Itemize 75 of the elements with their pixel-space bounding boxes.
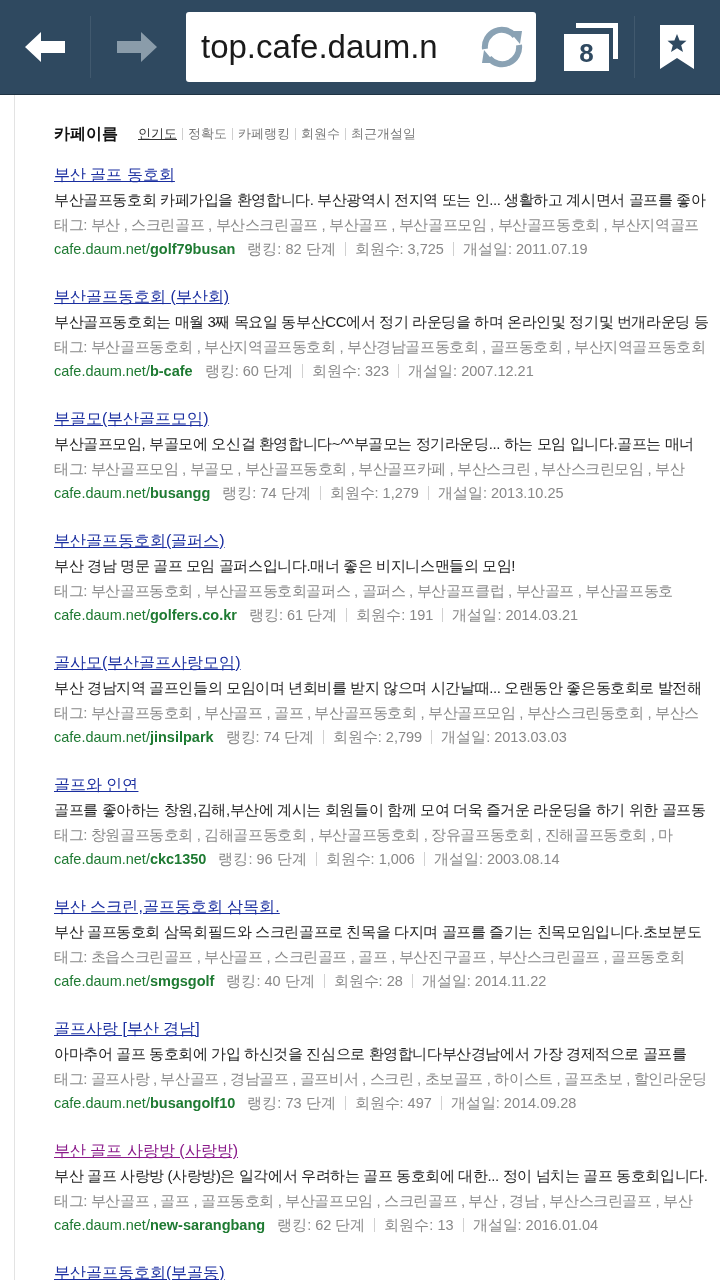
founded-date: 개설일: 2011.07.19 — [462, 240, 588, 259]
result-tags: 태그: 부산골프동호회 , 부산지역골프동호회 , 부산경남골프동호회 , 골프동호회 , 부산지역골프동호회 — [54, 334, 720, 359]
result-description: 골프를 좋아하는 창원,김해,부산에 계시는 회원들이 함께 모여 더욱 즐거운 라운딩을 하기 위한 골프동 — [54, 800, 707, 820]
ranking-text: 랭킹: 60 단계 — [204, 362, 293, 381]
result-url-link[interactable]: cafe.daum.net/b-cafe — [54, 359, 193, 383]
result-title-link[interactable]: 부산 골프 사랑방 (사랑방) — [54, 1138, 238, 1163]
sort-tab[interactable]: 인기도 — [138, 124, 177, 144]
member-count: 회원수: 3,725 — [354, 240, 444, 259]
member-count: 회원수: 1,279 — [329, 484, 419, 503]
result-url-link[interactable]: cafe.daum.net/busangg — [54, 481, 211, 505]
sort-tab[interactable]: 최근개설일 — [351, 124, 416, 144]
member-count: 회원수: 323 — [311, 362, 390, 381]
address-bar[interactable]: top.cafe.daum.n — [186, 12, 536, 82]
address-text: top.cafe.daum.n — [201, 27, 439, 68]
result-description: 부산골프동호회는 매월 3째 목요일 동부산CC에서 정기 라운딩을 하며 온라인및 정기및 번개라운딩 등 — [54, 312, 710, 332]
founded-date: 개설일: 2013.10.25 — [437, 484, 564, 503]
ranking-text: 랭킹: 62 단계 — [277, 1216, 366, 1235]
result-description: 부산골프동호회 카페가입을 환영합니다. 부산광역시 전지역 또는 인... 생활하고 계시면서 골프를 좋아 — [54, 190, 707, 210]
sort-tab[interactable]: 정확도 — [188, 124, 227, 144]
result-url-link[interactable]: cafe.daum.net/ckc1350 — [54, 847, 207, 871]
result-title-link[interactable]: 부골모(부산골프모임) — [54, 406, 209, 431]
result-url-link[interactable]: cafe.daum.net/smgsgolf — [54, 969, 215, 993]
founded-date: 개설일: 2016.01.04 — [472, 1216, 599, 1235]
sort-tab[interactable]: 카페랭킹 — [238, 124, 290, 144]
back-arrow-icon — [23, 30, 67, 64]
result-url-link[interactable]: cafe.daum.net/golf79busan — [54, 237, 236, 261]
result-tags: 태그: 부산골프동호회 , 부산골프 , 골프 , 부산골프동호회 , 부산골프모임 , 부산스크린동호회 , 부산스 — [54, 700, 720, 725]
section-heading: 카페이름 — [54, 124, 118, 144]
result-tags: 태그: 초읍스크린골프 , 부산골프 , 스크린골프 , 골프 , 부산진구골프 , 부산스크린골프 , 골프동호회 — [54, 944, 720, 969]
ranking-text: 랭킹: 61 단계 — [248, 606, 338, 625]
result-title-link[interactable]: 골사모(부산골프사랑모임) — [54, 650, 241, 675]
ranking-text: 랭킹: 73 단계 — [247, 1094, 336, 1113]
result-title-link[interactable]: 골프와 인연 — [54, 772, 139, 797]
founded-date: 개설일: 2003.08.14 — [433, 850, 560, 869]
result-description: 부산 경남 명문 골프 모임 골퍼스입니다.매너 좋은 비지니스맨들의 모임! — [54, 556, 517, 576]
result-url-link[interactable]: cafe.daum.net/new-sarangbang — [54, 1213, 266, 1237]
result-title-link[interactable]: 부산 골프 동호회 — [54, 162, 175, 187]
forward-arrow-icon — [115, 30, 159, 64]
result-description: 부산 경남지역 골프인들의 모임이며 년회비를 받지 않으며 시간날때... 오랜동안 좋은동호회로 발전해 — [54, 678, 703, 698]
result-description: 부산 골프동호회 삼목회필드와 스크린골프로 친목을 다지며 골프를 즐기는 친목모임입니다.초보분도 — [54, 922, 703, 942]
result-title-link[interactable]: 부산골프동호회(골퍼스) — [54, 528, 225, 553]
sort-tab[interactable]: 회원수 — [301, 124, 340, 144]
result-tags: 태그: 골프사랑 , 부산골프 , 경남골프 , 골프비서 , 스크린 , 초보골프 , 하이스트 , 골프초보 , 할인라운딩 — [54, 1066, 720, 1091]
ranking-text: 랭킹: 74 단계 — [225, 728, 314, 747]
ranking-text: 랭킹: 96 단계 — [218, 850, 307, 869]
founded-date: 개설일: 2014.11.22 — [421, 972, 547, 991]
member-count: 회원수: 13 — [384, 1216, 454, 1235]
result-description: 부산 골프 사랑방 (사랑방)은 일각에서 우려하는 골프 동호회에 대한... 정이 넘치는 골프 동호회입니다. — [54, 1166, 709, 1186]
ranking-text: 랭킹: 82 단계 — [247, 240, 336, 259]
result-url-link[interactable]: cafe.daum.net/golfers.co.kr — [54, 603, 237, 627]
result-tags: 태그: 창원골프동호회 , 김해골프동호회 , 부산골프동호회 , 장유골프동호회 , 진해골프동호회 , 마 — [54, 822, 720, 847]
result-description: 부산골프모임, 부골모에 오신걸 환영합니다~^^부골모는 정기라운딩... 하는 모임 입니다.골프는 매너 — [54, 434, 695, 454]
result-title-link[interactable]: 부산 스크린,골프동호회 삼목회. — [54, 894, 280, 919]
founded-date: 개설일: 2013.03.03 — [441, 728, 567, 747]
member-count: 회원수: 28 — [333, 972, 403, 991]
bookmark-star-icon[interactable] — [660, 25, 694, 69]
result-title-link[interactable]: 부산골프동호회 (부산회) — [54, 284, 230, 309]
tab-count: 8 — [579, 39, 594, 66]
result-url-link[interactable]: cafe.daum.net/busangolf10 — [54, 1091, 236, 1115]
member-count: 회원수: 191 — [356, 606, 434, 625]
founded-date: 개설일: 2014.03.21 — [452, 606, 579, 625]
founded-date: 개설일: 2007.12.21 — [408, 362, 534, 381]
founded-date: 개설일: 2014.09.28 — [450, 1094, 577, 1113]
member-count: 회원수: 2,799 — [332, 728, 423, 747]
ranking-text: 랭킹: 74 단계 — [222, 484, 311, 503]
result-url-link[interactable]: cafe.daum.net/jinsilpark — [54, 725, 214, 749]
result-tags: 태그: 부산골프모임 , 부골모 , 부산골프동호회 , 부산골프카페 , 부산스크린 , 부산스크린모임 , 부산 — [54, 456, 720, 481]
member-count: 회원수: 1,006 — [325, 850, 415, 869]
result-tags: 태그: 부산골프 , 골프 , 골프동호회 , 부산골프모임 , 스크린골프 , 부산 , 경남 , 부산스크린골프 , 부산 — [54, 1188, 720, 1213]
member-count: 회원수: 497 — [354, 1094, 432, 1113]
result-description: 아마추어 골프 동호회에 가입 하신것을 진심으로 환영합니다부산경남에서 가장 경제적으로 골프를 — [54, 1044, 688, 1064]
result-title-link[interactable]: 골프사랑 [부산 경남] — [54, 1016, 200, 1041]
result-tags: 태그: 부산골프동호회 , 부산골프동호회골퍼스 , 골퍼스 , 부산골프클럽 , 부산골프 , 부산골프동호 — [54, 578, 720, 603]
result-tags: 태그: 부산 , 스크린골프 , 부산스크린골프 , 부산골프 , 부산골프모임 , 부산골프동호회 , 부산지역골프 — [54, 212, 720, 237]
ranking-text: 랭킹: 40 단계 — [226, 972, 315, 991]
